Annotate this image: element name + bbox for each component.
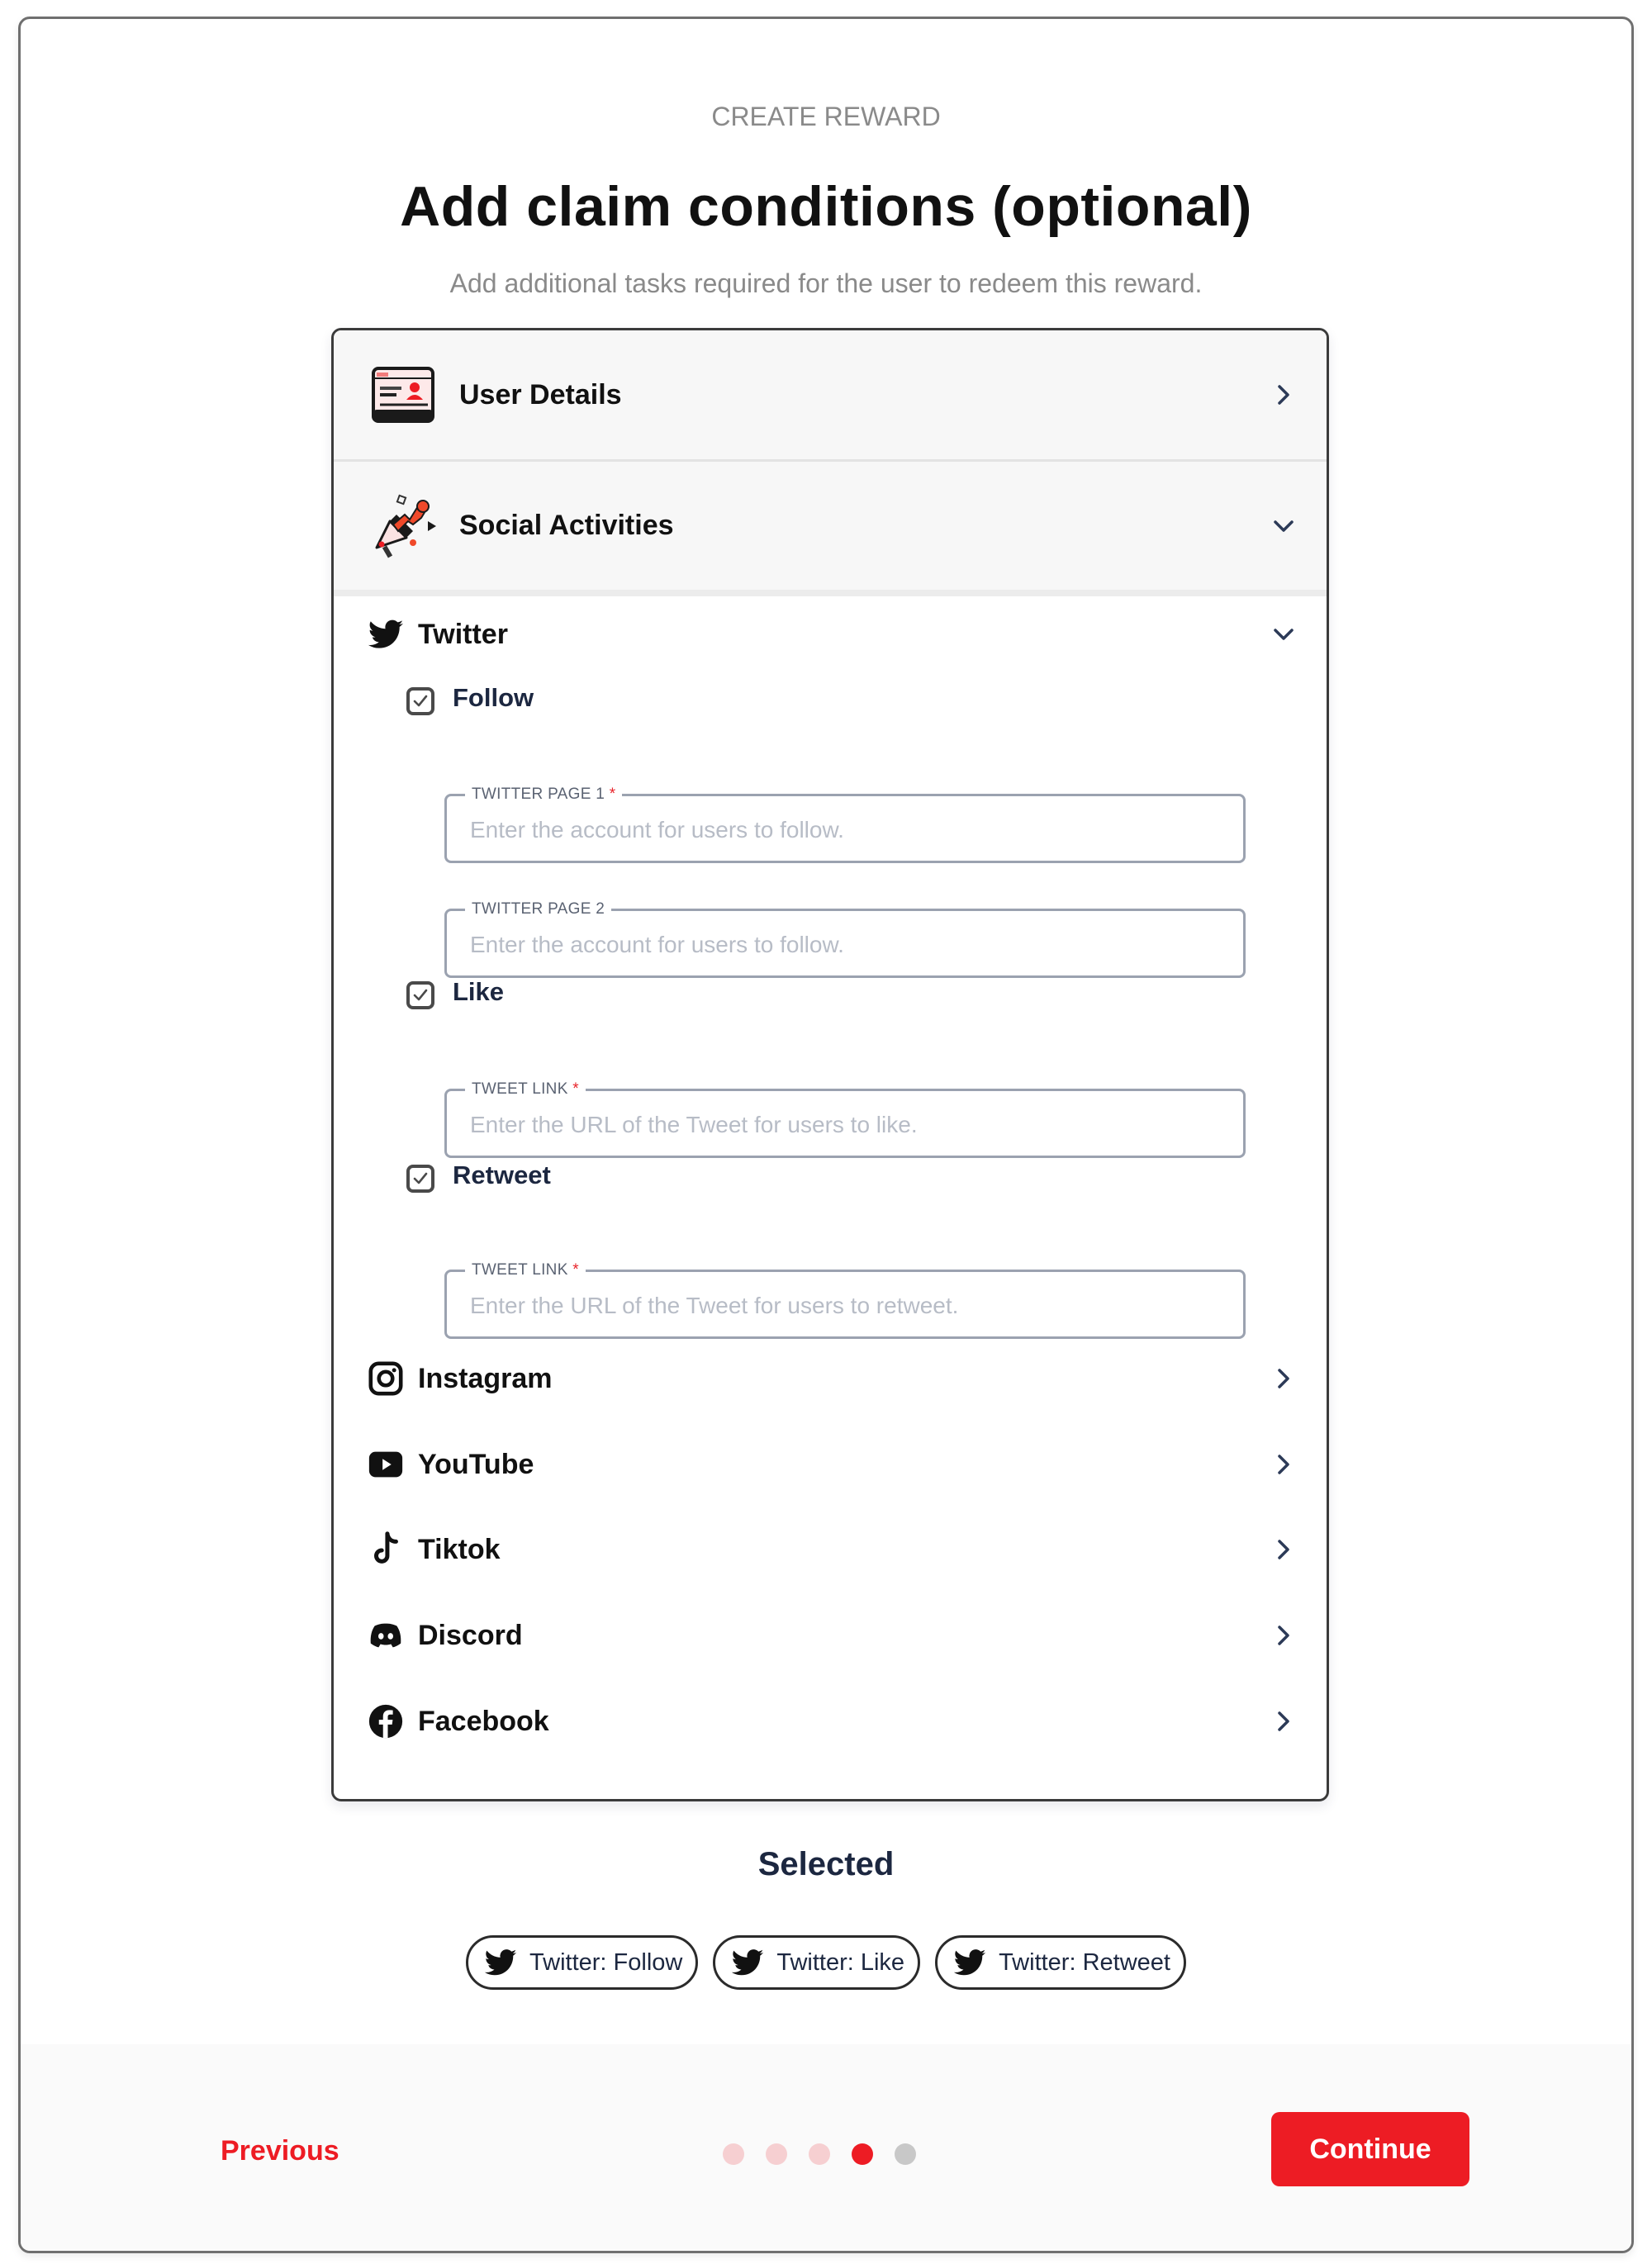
like-tweet-link-field[interactable]: TWEET LINK * <box>444 1080 1246 1158</box>
task-like[interactable]: Like <box>406 971 504 1013</box>
twitter-icon <box>952 1945 987 1980</box>
facebook-icon <box>367 1702 405 1740</box>
selected-chip[interactable]: Twitter: Follow <box>466 1935 699 1990</box>
twitter-page-2-field[interactable]: TWITTER PAGE 2 <box>444 899 1246 978</box>
platform-label: Discord <box>418 1619 523 1651</box>
discord-icon <box>367 1616 405 1654</box>
platform-label: YouTube <box>418 1448 534 1480</box>
chevron-down-icon[interactable] <box>1269 511 1298 541</box>
platform-row-facebook[interactable]: Facebook <box>334 1692 1327 1750</box>
task-follow[interactable]: Follow <box>406 677 534 719</box>
task-label: Retweet <box>453 1160 551 1189</box>
like-checkbox[interactable] <box>406 981 434 1009</box>
like-tweet-link-input[interactable] <box>468 1108 1215 1142</box>
retweet-tweet-link-input[interactable] <box>468 1289 1215 1323</box>
chevron-right-icon[interactable] <box>1269 1535 1298 1564</box>
selected-chip[interactable]: Twitter: Retweet <box>935 1935 1186 1990</box>
instagram-icon <box>367 1360 405 1398</box>
retweet-checkbox[interactable] <box>406 1165 434 1193</box>
platform-label: Instagram <box>418 1362 553 1394</box>
twitter-page-1-field[interactable]: TWITTER PAGE 1 * <box>444 785 1246 863</box>
platform-row-instagram[interactable]: Instagram <box>334 1350 1327 1407</box>
chevron-right-icon[interactable] <box>1269 380 1298 410</box>
field-label: TWEET LINK * <box>465 1080 586 1099</box>
required-marker: * <box>572 1261 579 1279</box>
twitter-page-1-input[interactable] <box>468 813 1215 847</box>
section-user-details[interactable]: User Details <box>334 330 1327 462</box>
platform-row-discord[interactable]: Discord <box>334 1607 1327 1664</box>
twitter-page-2-input[interactable] <box>468 928 1215 962</box>
chevron-down-icon[interactable] <box>1269 619 1298 649</box>
task-label: Like <box>453 977 505 1006</box>
platform-row-youtube[interactable]: YouTube <box>334 1436 1327 1493</box>
required-marker: * <box>609 786 616 803</box>
checkmark-icon <box>413 695 428 707</box>
megaphone-icon <box>368 491 438 561</box>
checkmark-icon <box>413 1172 428 1184</box>
youtube-icon <box>367 1445 405 1483</box>
field-label: TWEET LINK * <box>465 1260 586 1280</box>
page-title: Add claim conditions (optional) <box>400 175 1252 238</box>
page-subtitle: Add additional tasks required for the us… <box>449 268 1203 298</box>
task-label: Follow <box>453 683 534 712</box>
section-label: Social Activities <box>459 510 674 541</box>
chevron-right-icon[interactable] <box>1269 1621 1298 1650</box>
step-indicator <box>723 2143 916 2165</box>
continue-button[interactable]: Continue <box>1271 2112 1469 2186</box>
twitter-icon <box>483 1945 518 1980</box>
required-marker: * <box>572 1080 579 1098</box>
twitter-icon <box>730 1945 765 1980</box>
chevron-right-icon[interactable] <box>1269 1364 1298 1393</box>
platform-label: Facebook <box>418 1705 549 1737</box>
dialog-footer: Previous Continue <box>21 2044 1631 2251</box>
chip-label: Twitter: Like <box>776 1948 905 1976</box>
id-card-icon <box>368 360 438 430</box>
selected-chips: Twitter: Follow Twitter: Like Twitter: R… <box>21 1935 1631 1990</box>
platform-row-twitter[interactable]: Twitter <box>334 605 1327 663</box>
conditions-card: User Details Social Activities Twitter F… <box>331 328 1329 1801</box>
platform-label: Tiktok <box>418 1533 501 1565</box>
chip-label: Twitter: Follow <box>529 1948 683 1976</box>
field-label: TWITTER PAGE 2 <box>465 899 612 919</box>
step-dot-current <box>852 2143 873 2165</box>
follow-checkbox[interactable] <box>406 687 434 715</box>
chevron-right-icon[interactable] <box>1269 1450 1298 1479</box>
platform-row-tiktok[interactable]: Tiktok <box>334 1521 1327 1578</box>
step-dot-complete <box>809 2143 830 2165</box>
tiktok-icon <box>367 1531 405 1569</box>
step-dot-complete <box>723 2143 744 2165</box>
retweet-tweet-link-field[interactable]: TWEET LINK * <box>444 1260 1246 1339</box>
create-reward-dialog: CREATE REWARD Add claim conditions (opti… <box>18 17 1634 2253</box>
eyebrow-label: CREATE REWARD <box>711 102 941 131</box>
chip-label: Twitter: Retweet <box>999 1948 1170 1976</box>
task-retweet[interactable]: Retweet <box>406 1155 551 1196</box>
previous-button[interactable]: Previous <box>221 2135 339 2167</box>
section-social-activities[interactable]: Social Activities <box>334 462 1327 596</box>
step-dot-upcoming <box>895 2143 916 2165</box>
field-label: TWITTER PAGE 1 * <box>465 785 623 805</box>
section-label: User Details <box>459 378 622 411</box>
chevron-right-icon[interactable] <box>1269 1706 1298 1736</box>
selected-chip[interactable]: Twitter: Like <box>713 1935 921 1990</box>
platform-label: Twitter <box>418 618 508 650</box>
step-dot-complete <box>766 2143 787 2165</box>
selected-heading: Selected <box>757 1846 895 1882</box>
checkmark-icon <box>413 989 428 1001</box>
twitter-icon <box>367 615 405 653</box>
